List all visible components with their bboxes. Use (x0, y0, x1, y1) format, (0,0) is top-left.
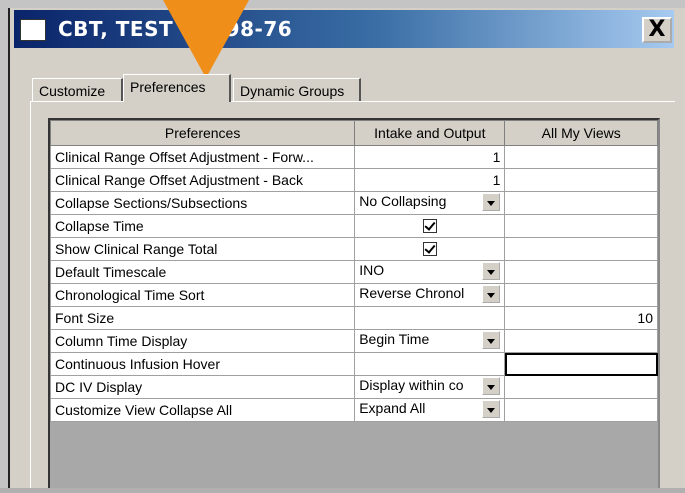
close-button[interactable]: X (642, 17, 672, 43)
all-my-views-cell[interactable] (504, 260, 658, 284)
callout-arrow-icon (163, 0, 249, 78)
dropdown-value: No Collapsing (359, 193, 447, 210)
preference-name-cell: Show Clinical Range Total (49, 237, 356, 261)
window-icon (20, 19, 46, 41)
column-header-all-my-views[interactable]: All My Views (504, 120, 658, 146)
table-row[interactable]: Show Clinical Range Total (49, 237, 658, 261)
dropdown-value: INO (359, 262, 385, 279)
table-row[interactable]: Default Timescale INO (49, 260, 658, 284)
preference-name-cell: Font Size (49, 306, 356, 330)
table-row[interactable]: Continuous Infusion Hover (49, 352, 658, 376)
dropdown-value: Display within co (359, 377, 464, 394)
intake-output-cell[interactable]: 1 (354, 145, 506, 169)
dropdown-select[interactable]: Display within co (359, 377, 501, 398)
chevron-down-icon[interactable] (482, 377, 501, 395)
preference-name-cell: Collapse Sections/Subsections (49, 191, 356, 215)
intake-output-cell[interactable]: Reverse Chronol (354, 283, 506, 307)
all-my-views-cell[interactable] (504, 168, 658, 192)
dropdown-value: Begin Time (359, 331, 430, 348)
tab-dynamic-groups[interactable]: Dynamic Groups (233, 78, 361, 102)
table-row[interactable]: Chronological Time Sort Reverse Chronol (49, 283, 658, 307)
chevron-down-icon[interactable] (482, 193, 501, 211)
tab-preferences[interactable]: Preferences (123, 74, 231, 102)
all-my-views-cell[interactable] (504, 283, 658, 307)
all-my-views-cell[interactable] (504, 375, 658, 399)
dropdown-value: Expand All (359, 400, 426, 417)
preference-name-cell: Clinical Range Offset Adjustment - Forw.… (49, 145, 356, 169)
all-my-views-cell[interactable] (504, 329, 658, 353)
table-row[interactable]: Collapse Sections/Subsections No Collapsi… (49, 191, 658, 215)
table-row[interactable]: Column Time Display Begin Time (49, 329, 658, 353)
table-row[interactable]: Font Size 10 (49, 306, 658, 330)
all-my-views-cell[interactable]: 10 (504, 306, 658, 330)
preference-name-cell: Collapse Time (49, 214, 356, 238)
all-my-views-cell[interactable] (504, 352, 658, 376)
chevron-down-icon[interactable] (482, 285, 501, 303)
column-header-preferences[interactable]: Preferences (49, 120, 356, 146)
column-header-intake-output[interactable]: Intake and Output (354, 120, 506, 146)
preferences-grid: Preferences Intake and Output All My Vie… (49, 120, 658, 422)
dropdown-select[interactable]: Expand All (359, 400, 501, 421)
table-row[interactable]: Clinical Range Offset Adjustment - Back 1 (49, 168, 658, 192)
dropdown-select[interactable]: Reverse Chronol (359, 285, 501, 306)
checkbox-checked[interactable] (422, 219, 437, 233)
intake-output-cell[interactable] (354, 214, 506, 238)
preference-name-cell: Clinical Range Offset Adjustment - Back (49, 168, 356, 192)
dropdown-select[interactable]: INO (359, 262, 501, 283)
preference-name-cell: Customize View Collapse All (49, 398, 356, 422)
intake-output-cell[interactable]: Display within co (354, 375, 506, 399)
intake-output-cell[interactable]: INO (354, 260, 506, 284)
table-row[interactable]: Clinical Range Offset Adjustment - Forw.… (49, 145, 658, 169)
dropdown-select[interactable]: No Collapsing (359, 193, 501, 214)
intake-output-cell[interactable]: Expand All (354, 398, 506, 422)
preference-name-cell: Chronological Time Sort (49, 283, 356, 307)
grid-header-row: Preferences Intake and Output All My Vie… (49, 120, 658, 146)
tab-customize[interactable]: Customize (32, 78, 123, 102)
dropdown-value: Reverse Chronol (359, 285, 465, 302)
intake-output-cell[interactable]: 1 (354, 168, 506, 192)
title-bar[interactable]: CBT, TEST 1 8-98-76 X (14, 10, 674, 48)
all-my-views-cell[interactable] (504, 237, 658, 261)
table-row[interactable]: DC IV Display Display within co (49, 375, 658, 399)
intake-output-cell[interactable] (354, 352, 506, 376)
preference-name-cell: DC IV Display (49, 375, 356, 399)
preference-name-cell: Default Timescale (49, 260, 356, 284)
all-my-views-cell[interactable] (504, 145, 658, 169)
chevron-down-icon[interactable] (482, 331, 501, 349)
intake-output-cell[interactable] (354, 306, 506, 330)
all-my-views-cell[interactable] (504, 214, 658, 238)
table-row[interactable]: Customize View Collapse All Expand All (49, 398, 658, 422)
all-my-views-cell[interactable] (504, 398, 658, 422)
dropdown-select[interactable]: Begin Time (359, 331, 501, 352)
all-my-views-cell[interactable] (504, 191, 658, 215)
preference-name-cell: Column Time Display (49, 329, 356, 353)
preference-name-cell: Continuous Infusion Hover (49, 352, 356, 376)
chevron-down-icon[interactable] (482, 400, 501, 418)
intake-output-cell[interactable] (354, 237, 506, 261)
chevron-down-icon[interactable] (482, 262, 501, 280)
checkbox-checked[interactable] (422, 242, 437, 256)
intake-output-cell[interactable]: No Collapsing (354, 191, 506, 215)
intake-output-cell[interactable]: Begin Time (354, 329, 506, 353)
table-row[interactable]: Collapse Time (49, 214, 658, 238)
screen-bottom-edge (0, 488, 685, 493)
